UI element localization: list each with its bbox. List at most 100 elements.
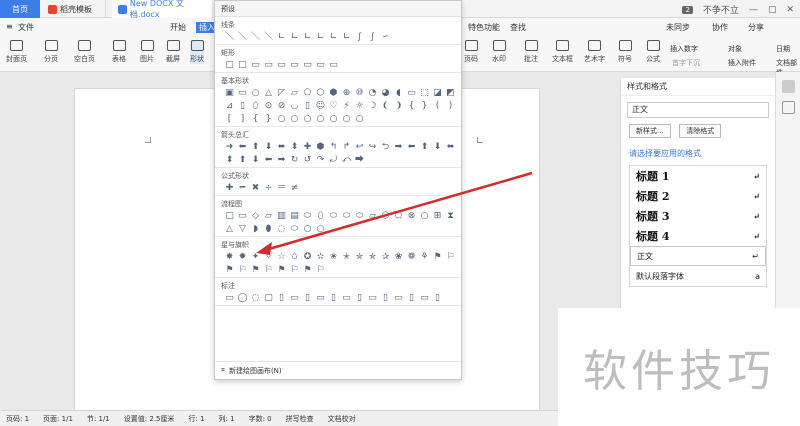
shape-item[interactable]: ▯ bbox=[301, 292, 314, 305]
shape-item[interactable]: ✯ bbox=[366, 251, 379, 264]
shape-item[interactable]: ⬠ bbox=[392, 210, 405, 223]
symbol-button[interactable]: 符号 bbox=[618, 40, 632, 64]
shape-item[interactable]: ↺ bbox=[301, 154, 314, 167]
date-button[interactable]: 日期 bbox=[776, 44, 790, 54]
shape-item[interactable]: ✸ bbox=[223, 251, 236, 264]
shape-item[interactable]: ⊙ bbox=[262, 100, 275, 113]
shape-item[interactable]: ⬍ bbox=[223, 154, 236, 167]
shape-item[interactable]: ○ bbox=[275, 113, 288, 126]
shape-item[interactable]: ▱ bbox=[366, 210, 379, 223]
paging-button[interactable]: 分页 bbox=[44, 40, 58, 64]
comment-button[interactable]: 批注 bbox=[524, 40, 538, 64]
shape-item[interactable]: ⬯ bbox=[249, 100, 262, 113]
shape-item[interactable]: ∟ bbox=[327, 31, 340, 44]
minimize-icon[interactable]: — bbox=[749, 5, 758, 15]
shape-item[interactable]: ○ bbox=[353, 113, 366, 126]
art-text-button[interactable]: 艺术字 bbox=[584, 40, 605, 64]
shape-item[interactable]: ⬆ bbox=[249, 141, 262, 154]
shape-item[interactable]: ⚐ bbox=[262, 264, 275, 277]
shape-item[interactable]: ∟ bbox=[301, 31, 314, 44]
shape-item[interactable]: ∫ bbox=[366, 31, 379, 44]
shape-item[interactable]: ✭ bbox=[340, 251, 353, 264]
shape-item[interactable]: ⬯ bbox=[314, 210, 327, 223]
shape-item[interactable]: ✮ bbox=[353, 251, 366, 264]
shape-item[interactable]: ∟ bbox=[275, 31, 288, 44]
shape-item[interactable]: ▭ bbox=[288, 59, 301, 72]
shape-item[interactable]: ○ bbox=[314, 223, 327, 236]
shape-item[interactable]: ✹ bbox=[236, 251, 249, 264]
shape-item[interactable]: ━ bbox=[236, 182, 249, 195]
shape-item[interactable]: ⮌ bbox=[379, 141, 392, 154]
shape-item[interactable]: ◇ bbox=[249, 210, 262, 223]
style-heading3[interactable]: 标题 3 ↵ bbox=[630, 206, 766, 226]
shape-item[interactable]: ⚐ bbox=[236, 264, 249, 277]
current-style-select[interactable]: 正文 bbox=[627, 102, 769, 118]
shape-item[interactable]: ＝ bbox=[275, 182, 288, 195]
shape-item[interactable]: ⚐ bbox=[288, 264, 301, 277]
shape-item[interactable]: ↱ bbox=[340, 141, 353, 154]
shape-item[interactable]: ⬡ bbox=[314, 87, 327, 100]
shape-item[interactable]: ⬭ bbox=[327, 210, 340, 223]
shape-item[interactable]: ÷ bbox=[262, 182, 275, 195]
style-heading1[interactable]: 标题 1 ↵ bbox=[630, 166, 766, 186]
shape-item[interactable]: ⬇ bbox=[431, 141, 444, 154]
shape-item[interactable]: ▤ bbox=[288, 210, 301, 223]
shape-item[interactable]: ⬚ bbox=[418, 87, 431, 100]
shape-item[interactable]: ◡ bbox=[288, 100, 301, 113]
menu-find[interactable]: 查找 bbox=[510, 22, 526, 33]
shape-item[interactable]: ◖ bbox=[392, 87, 405, 100]
shape-item[interactable]: ▥ bbox=[275, 210, 288, 223]
shape-item[interactable]: ▭ bbox=[249, 59, 262, 72]
shape-item[interactable]: ▭ bbox=[288, 292, 301, 305]
shape-item[interactable]: ◌ bbox=[275, 223, 288, 236]
shape-item[interactable]: ➡ bbox=[275, 154, 288, 167]
shape-item[interactable]: ▯ bbox=[405, 292, 418, 305]
shape-item[interactable]: ➜ bbox=[223, 141, 236, 154]
blank-page-button[interactable]: 空白页 bbox=[74, 40, 95, 64]
shape-item[interactable]: ○ bbox=[418, 210, 431, 223]
watermark-button[interactable]: 水印 bbox=[492, 40, 506, 64]
shape-item[interactable]: ⚐ bbox=[314, 264, 327, 277]
menu-file[interactable]: 文件 bbox=[18, 22, 34, 33]
maximize-icon[interactable]: ▢ bbox=[768, 5, 777, 15]
shape-item[interactable]: ⚘ bbox=[418, 251, 431, 264]
shape-item[interactable]: ⬇ bbox=[249, 154, 262, 167]
shape-item[interactable]: ▭ bbox=[223, 292, 236, 305]
shape-item[interactable]: ＼ bbox=[223, 31, 236, 44]
style-heading2[interactable]: 标题 2 ↵ bbox=[630, 186, 766, 206]
clear-format-button[interactable]: 清除格式 bbox=[679, 124, 722, 138]
drop-cap-button[interactable]: 首字下沉 bbox=[672, 58, 700, 68]
shape-item[interactable]: ≠ bbox=[288, 182, 301, 195]
shape-item[interactable]: ❩ bbox=[392, 100, 405, 113]
shape-item[interactable]: ) bbox=[444, 100, 457, 113]
shape-item[interactable]: ⬢ bbox=[314, 141, 327, 154]
shape-item[interactable]: ◩ bbox=[444, 87, 457, 100]
shape-item[interactable]: ▯ bbox=[431, 292, 444, 305]
shape-item[interactable]: ⬍ bbox=[288, 141, 301, 154]
shape-item[interactable]: ∟ bbox=[340, 31, 353, 44]
shape-item[interactable]: ○ bbox=[327, 113, 340, 126]
shape-item[interactable]: ＼ bbox=[249, 31, 262, 44]
menu-start[interactable]: 开始 bbox=[170, 22, 186, 33]
new-style-button[interactable]: 新样式... bbox=[629, 124, 671, 138]
shape-item[interactable]: ⚑ bbox=[431, 251, 444, 264]
shape-item[interactable]: ⬢ bbox=[327, 87, 340, 100]
shape-item[interactable]: ☆ bbox=[275, 251, 288, 264]
shape-item[interactable]: ⬠ bbox=[301, 87, 314, 100]
shape-item[interactable]: ↰ bbox=[327, 141, 340, 154]
shape-item[interactable]: [ bbox=[223, 113, 236, 126]
shape-item[interactable]: ◔ bbox=[366, 87, 379, 100]
shape-item[interactable]: { bbox=[405, 100, 418, 113]
shape-item[interactable]: ❁ bbox=[405, 251, 418, 264]
user-name[interactable]: 不争不立 bbox=[703, 3, 739, 16]
shape-item[interactable]: } bbox=[418, 100, 431, 113]
shape-item[interactable]: △ bbox=[223, 223, 236, 236]
shape-item[interactable]: ⤾ bbox=[327, 154, 340, 167]
shape-item[interactable]: ⬭ bbox=[288, 223, 301, 236]
shape-item[interactable]: ▢ bbox=[262, 292, 275, 305]
shape-item[interactable]: ⚑ bbox=[275, 264, 288, 277]
shape-item[interactable]: ▭ bbox=[236, 87, 249, 100]
menu-collab[interactable]: 协作 bbox=[712, 22, 728, 33]
shape-item[interactable]: ▭ bbox=[405, 87, 418, 100]
tab-template[interactable]: 稻壳模板 bbox=[40, 0, 106, 18]
